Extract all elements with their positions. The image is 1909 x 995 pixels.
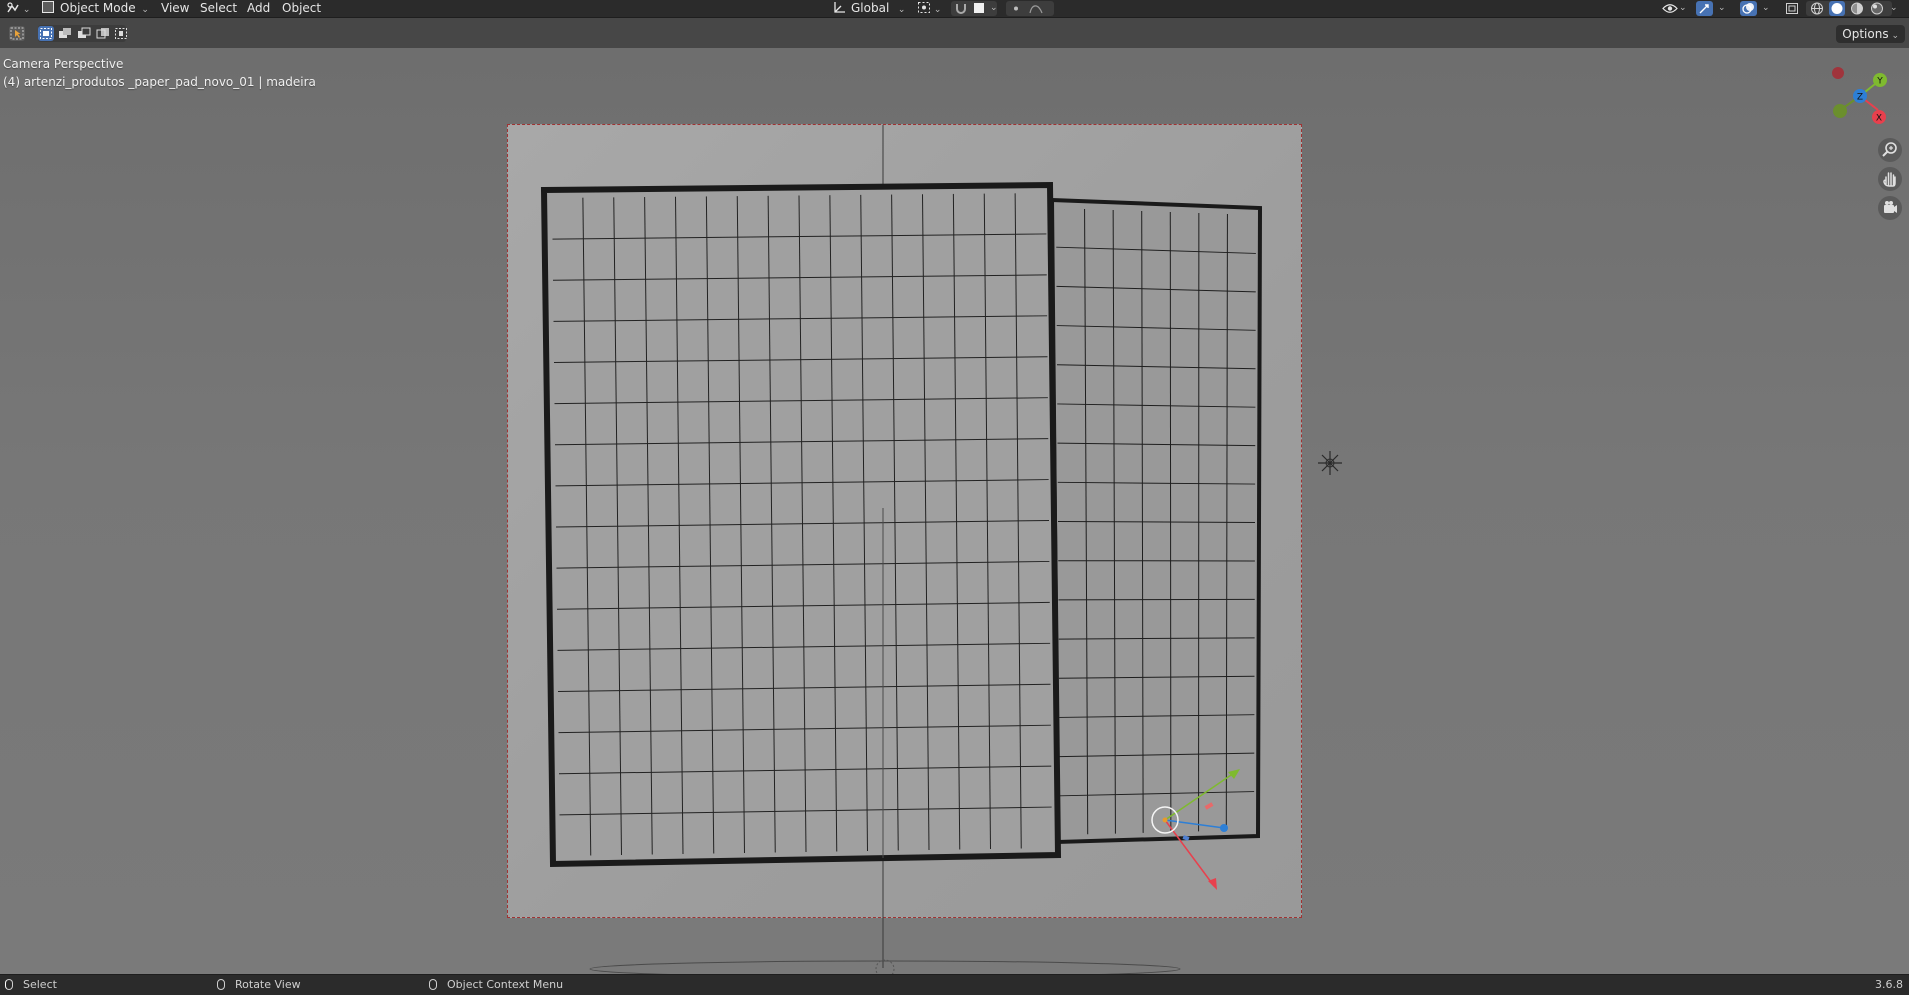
rendered-shading-button[interactable] <box>1870 2 1884 15</box>
scene-canvas <box>0 48 1909 974</box>
chevron-down-icon: ⌄ <box>20 5 30 15</box>
rendered-shading-icon <box>1870 2 1884 15</box>
solid-shading-icon <box>1829 1 1845 16</box>
wireframe-shading-icon <box>1810 2 1824 15</box>
select-box-icon <box>9 26 25 41</box>
right-mouse-icon <box>429 979 437 990</box>
pivot-point-icon <box>917 1 931 14</box>
overlays-icon <box>1740 1 1757 16</box>
extend-selection-icon <box>57 26 73 41</box>
menu-view[interactable]: View <box>161 0 189 17</box>
options-dropdown[interactable]: Options ⌄ <box>1836 25 1905 43</box>
xray-toggle[interactable] <box>1785 2 1799 15</box>
version-label: 3.6.8 <box>1875 978 1903 992</box>
intersect-selection-icon <box>113 26 129 41</box>
snap-increment-icon <box>973 2 987 15</box>
falloff-selector[interactable] <box>1029 2 1043 15</box>
chevron-down-icon: ⌄ <box>889 5 905 15</box>
3d-viewport[interactable]: Camera Perspective (4) artenzi_produtos … <box>0 48 1909 974</box>
snap-toggle[interactable] <box>954 2 968 15</box>
gizmo-z-label: Z <box>1857 93 1863 103</box>
light-object[interactable] <box>1318 451 1342 475</box>
status-item-rotate: Rotate View <box>217 978 301 992</box>
snap-magnet-icon <box>954 2 968 15</box>
chevron-down-icon[interactable]: ⌄ <box>1762 0 1770 17</box>
orientation-icon <box>832 1 846 14</box>
subtract-selection-button[interactable] <box>76 26 92 41</box>
chevron-down-icon: ⌄ <box>1889 31 1899 41</box>
gizmo-toggle[interactable] <box>1696 1 1713 16</box>
object-origin-point <box>1163 818 1168 823</box>
pan-button[interactable] <box>1878 167 1902 191</box>
light-origin-marker <box>876 960 894 974</box>
gizmo-x-label: X <box>1876 114 1882 124</box>
subtract-selection-icon <box>76 26 92 41</box>
chevron-down-icon: ⌄ <box>136 5 149 15</box>
status-rotate-label: Rotate View <box>235 978 301 991</box>
editor-type-button[interactable]: ⌄ <box>6 0 30 17</box>
invert-selection-button[interactable] <box>95 26 111 41</box>
visibility-eye-icon <box>1662 2 1678 15</box>
menu-object[interactable]: Object <box>282 0 321 17</box>
chevron-down-icon[interactable]: ⌄ <box>1890 0 1898 17</box>
zoom-icon <box>1878 138 1902 162</box>
solid-shading-button[interactable] <box>1829 1 1845 16</box>
visibility-selector[interactable] <box>1662 2 1676 15</box>
wireframe-shading-button[interactable] <box>1810 2 1824 15</box>
snap-target-selector[interactable] <box>973 2 987 15</box>
paper-sheet-front[interactable] <box>544 185 1058 864</box>
status-item-select: Select <box>5 978 57 992</box>
chevron-down-icon[interactable]: ⌄ <box>1679 0 1687 17</box>
object-mode-icon <box>42 1 54 13</box>
gizmo-y-label: Y <box>1876 77 1883 87</box>
invert-selection-icon <box>95 26 111 41</box>
set-new-selection-button[interactable] <box>38 26 54 41</box>
status-item-context: Object Context Menu <box>429 978 563 992</box>
navigation-gizmo[interactable]: Y Z X <box>1820 58 1900 138</box>
status-select-label: Select <box>23 978 57 991</box>
orientation-label: Global <box>851 1 889 15</box>
gizmo-icon <box>1696 1 1713 16</box>
gizmo-neg-y-icon[interactable] <box>1833 104 1847 118</box>
paper-sheet-back[interactable] <box>1052 200 1260 842</box>
menu-select[interactable]: Select <box>200 0 237 17</box>
gizmo-neg-x-icon[interactable] <box>1832 67 1844 79</box>
camera-view-button[interactable] <box>1878 196 1902 220</box>
proportional-edit-toggle[interactable] <box>1009 2 1023 15</box>
floor-ellipse <box>590 961 1180 974</box>
viewport-header: ⌄ Object Mode ⌄ View Select Add Object G… <box>0 0 1909 18</box>
overlays-toggle[interactable] <box>1740 1 1757 16</box>
tool-settings-header: Options ⌄ <box>0 18 1909 48</box>
zoom-button[interactable] <box>1878 138 1902 162</box>
pivot-point-selector[interactable]: ⌄ <box>917 0 941 17</box>
status-context-label: Object Context Menu <box>447 978 563 991</box>
xray-icon <box>1785 2 1799 15</box>
middle-mouse-icon <box>217 979 225 990</box>
mode-selector[interactable]: Object Mode ⌄ <box>42 0 149 17</box>
pan-hand-icon <box>1878 167 1902 191</box>
grid-line <box>1059 599 1255 600</box>
camera-editor-icon <box>6 1 20 15</box>
chevron-down-icon[interactable]: ⌄ <box>1718 0 1726 17</box>
material-preview-button[interactable] <box>1850 2 1864 15</box>
chevron-down-icon: ⌄ <box>931 5 941 15</box>
mode-label: Object Mode <box>60 1 136 15</box>
proportional-edit-icon <box>1009 2 1023 15</box>
status-bar: Select Rotate View Object Context Menu 3… <box>0 974 1909 995</box>
menu-add[interactable]: Add <box>247 0 270 17</box>
falloff-curve-icon <box>1029 2 1045 15</box>
set-new-selection-icon <box>38 26 54 41</box>
material-preview-icon <box>1850 2 1864 15</box>
intersect-selection-button[interactable] <box>113 26 129 41</box>
transform-orientation-selector[interactable]: Global ⌄ <box>832 0 905 17</box>
options-label: Options <box>1842 27 1888 41</box>
active-tool-button[interactable] <box>9 26 25 41</box>
extend-selection-button[interactable] <box>57 26 73 41</box>
chevron-down-icon[interactable]: ⌄ <box>990 0 998 17</box>
left-mouse-icon <box>5 979 13 990</box>
camera-view-icon <box>1878 196 1902 220</box>
